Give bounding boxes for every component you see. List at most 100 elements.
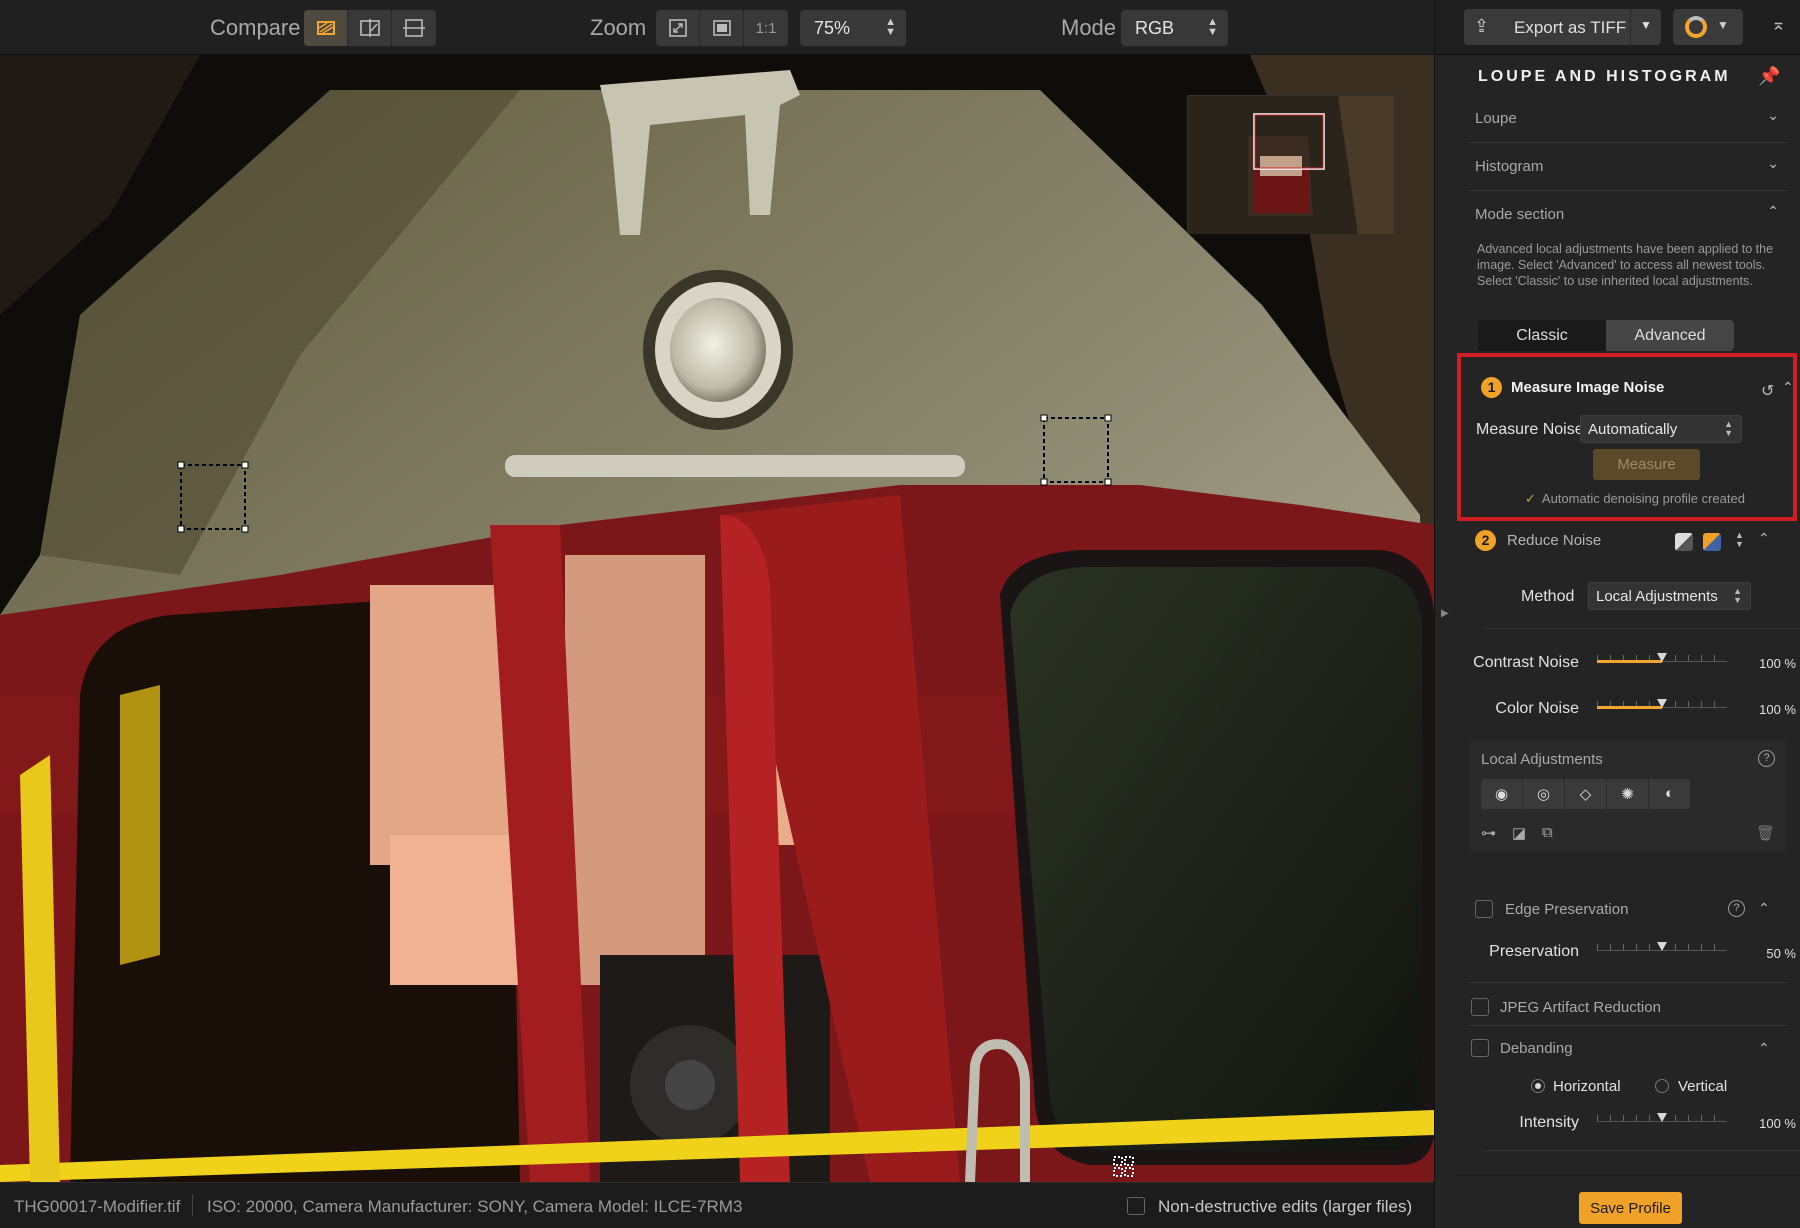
preservation-slider[interactable] — [1597, 941, 1727, 955]
non-destructive-checkbox[interactable] — [1127, 1197, 1145, 1215]
debanding-title: Debanding — [1500, 1040, 1573, 1057]
eye-icon[interactable]: ◎ — [1523, 779, 1565, 809]
local-adjustments-box: Local Adjustments ? ◉ ◎ ◇ ✺ ◐ ⊶ ◪ ⧉ 🗑 — [1469, 740, 1785, 852]
control-point-icon[interactable]: ◉ — [1481, 779, 1523, 809]
divider — [1483, 628, 1800, 629]
stacked-compare-icon[interactable] — [392, 10, 436, 46]
divider — [1483, 1150, 1800, 1151]
mode-segmented-control: Classic Advanced — [1478, 320, 1734, 351]
vertical-radio[interactable] — [1655, 1079, 1669, 1093]
export-label: Export as TIFF — [1514, 18, 1627, 37]
chevron-down-icon[interactable]: ▼ — [1630, 9, 1661, 45]
intensity-slider[interactable] — [1597, 1112, 1727, 1126]
stepper-icon: ▲ ▼ — [1733, 586, 1742, 605]
luminance-icon[interactable] — [1675, 533, 1693, 551]
mask-icon[interactable]: ◪ — [1512, 824, 1526, 842]
edge-preservation-title: Edge Preservation — [1505, 901, 1629, 918]
noise-sample-box[interactable] — [1039, 413, 1113, 487]
divider — [192, 1194, 193, 1216]
reset-icon[interactable]: ↺ — [1761, 381, 1774, 401]
zoom-select[interactable]: 75% ▲ ▼ — [800, 10, 906, 46]
chevron-up-icon: ⌃ — [1767, 203, 1779, 219]
trash-icon[interactable]: 🗑 — [1756, 824, 1775, 842]
panel-toggle-arrow-icon[interactable]: ▶ — [1441, 608, 1449, 619]
horizontal-radio[interactable] — [1531, 1079, 1545, 1093]
section-histogram[interactable]: Histogram ⌄ — [1469, 143, 1787, 191]
method-select[interactable]: Local Adjustments ▲ ▼ — [1588, 582, 1751, 610]
eraser-icon[interactable]: ◇ — [1565, 779, 1607, 809]
gradient-icon[interactable]: ◐ — [1649, 779, 1690, 809]
slider-thumb[interactable] — [1657, 942, 1667, 951]
chevron-up-icon[interactable]: ⌃ — [1758, 900, 1770, 917]
color-icon[interactable] — [1703, 533, 1721, 551]
zoom-group: 1:1 — [656, 10, 788, 46]
measure-noise-select[interactable]: Automatically ▲ ▼ — [1580, 415, 1742, 443]
stepper-icon[interactable]: ▲ ▼ — [1735, 531, 1744, 549]
slider-thumb[interactable] — [1657, 1113, 1667, 1122]
checkmark-icon: ✓ — [1525, 491, 1536, 506]
pin-icon[interactable]: 📌 — [1758, 66, 1780, 87]
export-button[interactable]: ⇪ Export as TIFF ▼ — [1464, 9, 1661, 45]
chevron-down-icon: ▼ — [1717, 18, 1729, 32]
measure-noise-label: Measure Noise — [1476, 421, 1584, 438]
chevron-up-icon[interactable]: ⌃ — [1782, 379, 1794, 396]
edge-preservation-checkbox[interactable] — [1475, 900, 1493, 918]
panel-top-bar: ⇪ Export as TIFF ▼ ▼ ⌅ — [1435, 0, 1800, 55]
color-noise-slider[interactable] — [1597, 698, 1727, 712]
stepper-icon: ▲ ▼ — [1724, 419, 1733, 438]
image-metadata: ISO: 20000, Camera Manufacturer: SONY, C… — [207, 1197, 743, 1216]
mode-select[interactable]: RGB ▲ ▼ — [1121, 10, 1228, 46]
preset-ring-icon — [1685, 16, 1707, 38]
section-label: Loupe — [1475, 110, 1517, 127]
add-sample-icon[interactable] — [1112, 1155, 1136, 1179]
help-icon[interactable]: ? — [1758, 750, 1775, 767]
noise-sample-box[interactable] — [176, 460, 250, 534]
save-profile-button[interactable]: Save Profile — [1579, 1192, 1682, 1224]
chevron-up-icon[interactable]: ⌃ — [1758, 1040, 1770, 1057]
contrast-noise-label: Contrast Noise — [1473, 654, 1579, 671]
side-by-side-icon[interactable] — [348, 10, 392, 46]
status-bar: THG00017-Modifier.tif ISO: 20000, Camera… — [0, 1182, 1434, 1228]
navigator-thumbnail[interactable] — [1187, 95, 1394, 234]
mode-label: Mode — [1061, 15, 1117, 40]
stepper-icon: ▲ ▼ — [1207, 16, 1218, 38]
chevron-up-icon[interactable]: ⌃ — [1758, 530, 1770, 547]
jpeg-artifact-checkbox[interactable] — [1471, 998, 1489, 1016]
slider-thumb[interactable] — [1657, 653, 1667, 662]
split-compare-icon[interactable] — [304, 10, 348, 46]
local-adjustment-tools: ◉ ◎ ◇ ✺ ◐ — [1481, 779, 1690, 809]
chevron-down-icon: ⌄ — [1767, 107, 1779, 123]
advanced-option[interactable]: Advanced — [1606, 320, 1734, 351]
method-value: Local Adjustments — [1596, 588, 1718, 605]
zoom-value: 75% — [814, 18, 851, 38]
help-icon[interactable]: ? — [1728, 900, 1745, 917]
top-toolbar: Compare Zoom 1:1 75% ▲ ▼ Mode RGB ▲ ▼ — [0, 0, 1434, 55]
measure-status-text: Automatic denoising profile created — [1541, 491, 1745, 506]
fill-screen-icon[interactable] — [700, 10, 744, 46]
divider — [1469, 1025, 1787, 1026]
divider — [1469, 982, 1787, 983]
file-name: THG00017-Modifier.tif — [14, 1197, 181, 1216]
tree-icon[interactable]: ⊶ — [1481, 824, 1496, 842]
section-loupe[interactable]: Loupe ⌄ — [1469, 95, 1787, 143]
image-canvas[interactable] — [0, 55, 1434, 1182]
color-noise-value: 100 % — [1759, 702, 1796, 717]
preservation-label: Preservation — [1489, 943, 1579, 960]
measure-button[interactable]: Measure — [1593, 449, 1700, 480]
classic-option[interactable]: Classic — [1478, 320, 1606, 351]
zoom-label: Zoom — [590, 15, 647, 40]
compare-mode-group — [304, 10, 436, 46]
section-mode[interactable]: Mode section ⌃ — [1469, 191, 1787, 239]
slider-thumb[interactable] — [1657, 699, 1667, 708]
zoom-one-to-one-button[interactable]: 1:1 — [744, 10, 788, 46]
collapse-panel-icon[interactable]: ⌅ — [1771, 14, 1786, 35]
measure-status: ✓ Automatic denoising profile created — [1525, 491, 1745, 507]
method-label: Method — [1521, 588, 1575, 605]
debanding-checkbox[interactable] — [1471, 1039, 1489, 1057]
contrast-noise-slider[interactable] — [1597, 652, 1727, 666]
brightness-icon[interactable]: ✺ — [1607, 779, 1649, 809]
fit-screen-icon[interactable] — [656, 10, 700, 46]
preset-button[interactable]: ▼ — [1673, 9, 1743, 45]
intensity-label: Intensity — [1519, 1114, 1579, 1131]
duplicate-icon[interactable]: ⧉ — [1542, 824, 1553, 841]
